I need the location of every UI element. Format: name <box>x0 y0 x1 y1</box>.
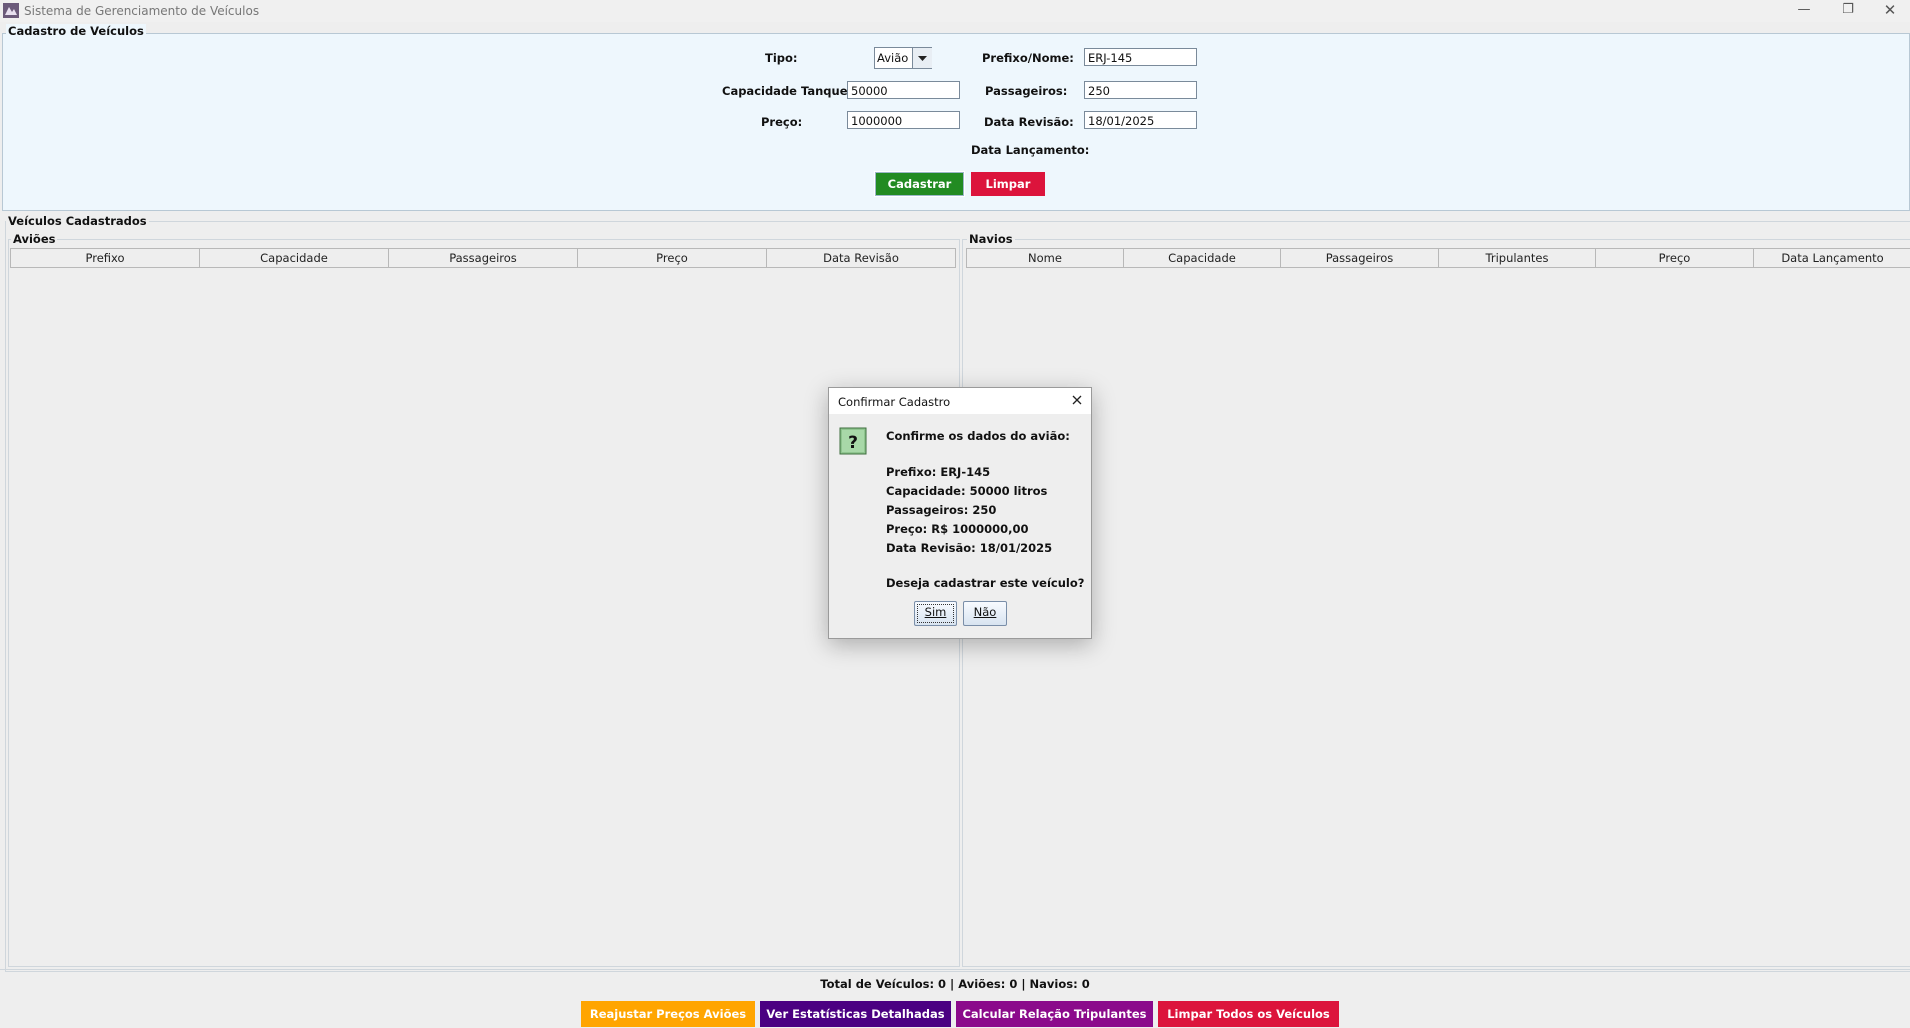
dialog-line-prefixo: Prefixo: ERJ-145 <box>886 465 991 479</box>
column-header-passageiros[interactable]: Passageiros <box>389 248 578 268</box>
reajustar-precos-button[interactable]: Reajustar Preços Aviões <box>581 1001 755 1027</box>
dialog-line-data-revisao: Data Revisão: 18/01/2025 <box>886 541 1053 555</box>
column-header-capacidade[interactable]: Capacidade <box>1124 248 1281 268</box>
limpar-todos-button[interactable]: Limpar Todos os Veículos <box>1158 1001 1339 1027</box>
passageiros-input[interactable]: 250 <box>1084 81 1197 99</box>
nao-button[interactable]: Não <box>963 601 1007 626</box>
calcular-tripulantes-button[interactable]: Calcular Relação Tripulantes <box>956 1001 1153 1027</box>
dialog-title: Confirmar Cadastro <box>838 395 951 409</box>
navios-table-body[interactable] <box>966 268 1910 962</box>
window-title: Sistema de Gerenciamento de Veículos <box>24 4 260 18</box>
close-window-button[interactable]: ✕ <box>1868 0 1910 22</box>
window-titlebar: Sistema de Gerenciamento de Veículos — ❐… <box>0 0 1910 22</box>
confirm-dialog: Confirmar Cadastro ? Confirme os dados d… <box>828 387 1092 639</box>
data-lancamento-label: Data Lançamento: <box>971 143 1090 157</box>
svg-text:?: ? <box>848 433 858 453</box>
cadastrar-button[interactable]: Cadastrar <box>874 171 965 197</box>
dialog-heading: Confirme os dados do avião: <box>886 429 1070 443</box>
preco-input[interactable]: 1000000 <box>847 111 960 129</box>
column-header-preco[interactable]: Preço <box>578 248 767 268</box>
prefixo-label: Prefixo/Nome: <box>982 51 1074 65</box>
data-revisao-input[interactable]: 18/01/2025 <box>1084 111 1197 129</box>
column-header-data-lancamento[interactable]: Data Lançamento <box>1754 248 1910 268</box>
minimize-button[interactable]: — <box>1782 0 1826 22</box>
dialog-question: Deseja cadastrar este veículo? <box>886 576 1085 590</box>
column-header-prefixo[interactable]: Prefixo <box>11 248 200 268</box>
dialog-line-passageiros: Passageiros: 250 <box>886 503 997 517</box>
column-header-capacidade[interactable]: Capacidade <box>200 248 389 268</box>
tipo-label: Tipo: <box>765 51 798 65</box>
data-revisao-label: Data Revisão: <box>984 115 1074 129</box>
column-header-passageiros[interactable]: Passageiros <box>1281 248 1439 268</box>
column-header-tripulantes[interactable]: Tripulantes <box>1439 248 1596 268</box>
chevron-down-icon[interactable] <box>912 48 932 68</box>
question-icon: ? <box>839 427 867 455</box>
navios-title: Navios <box>967 232 1015 246</box>
dialog-line-preco: Preço: R$ 1000000,00 <box>886 522 1029 536</box>
capacidade-input[interactable]: 50000 <box>847 81 960 99</box>
prefixo-input[interactable]: ERJ-145 <box>1084 48 1197 66</box>
preco-label: Preço: <box>761 115 803 129</box>
footer-divider <box>0 969 1910 970</box>
avioes-title: Aviões <box>11 232 58 246</box>
close-icon[interactable] <box>1067 390 1087 410</box>
column-header-nome[interactable]: Nome <box>967 248 1124 268</box>
navios-table-header: Nome Capacidade Passageiros Tripulantes … <box>966 248 1910 268</box>
ver-estatisticas-button[interactable]: Ver Estatísticas Detalhadas <box>760 1001 951 1027</box>
column-header-data-revisao[interactable]: Data Revisão <box>767 248 956 268</box>
sim-button[interactable]: Sim <box>914 601 957 626</box>
passageiros-label: Passageiros: <box>985 84 1068 98</box>
cadastro-group-title: Cadastro de Veículos <box>6 24 146 38</box>
avioes-table-body[interactable] <box>10 268 955 962</box>
avioes-table-header: Prefixo Capacidade Passageiros Preço Dat… <box>10 248 956 268</box>
maximize-button[interactable]: ❐ <box>1826 0 1870 22</box>
capacidade-label: Capacidade Tanque: <box>722 84 853 98</box>
app-icon <box>3 3 19 18</box>
dialog-line-capacidade: Capacidade: 50000 litros <box>886 484 1048 498</box>
status-text: Total de Veículos: 0 | Aviões: 0 | Navio… <box>820 977 1090 991</box>
tipo-select-value: Avião <box>877 51 909 65</box>
veiculos-group-title: Veículos Cadastrados <box>6 214 149 228</box>
tipo-select[interactable]: Avião <box>874 47 932 69</box>
limpar-button[interactable]: Limpar <box>971 172 1045 196</box>
column-header-preco[interactable]: Preço <box>1596 248 1754 268</box>
